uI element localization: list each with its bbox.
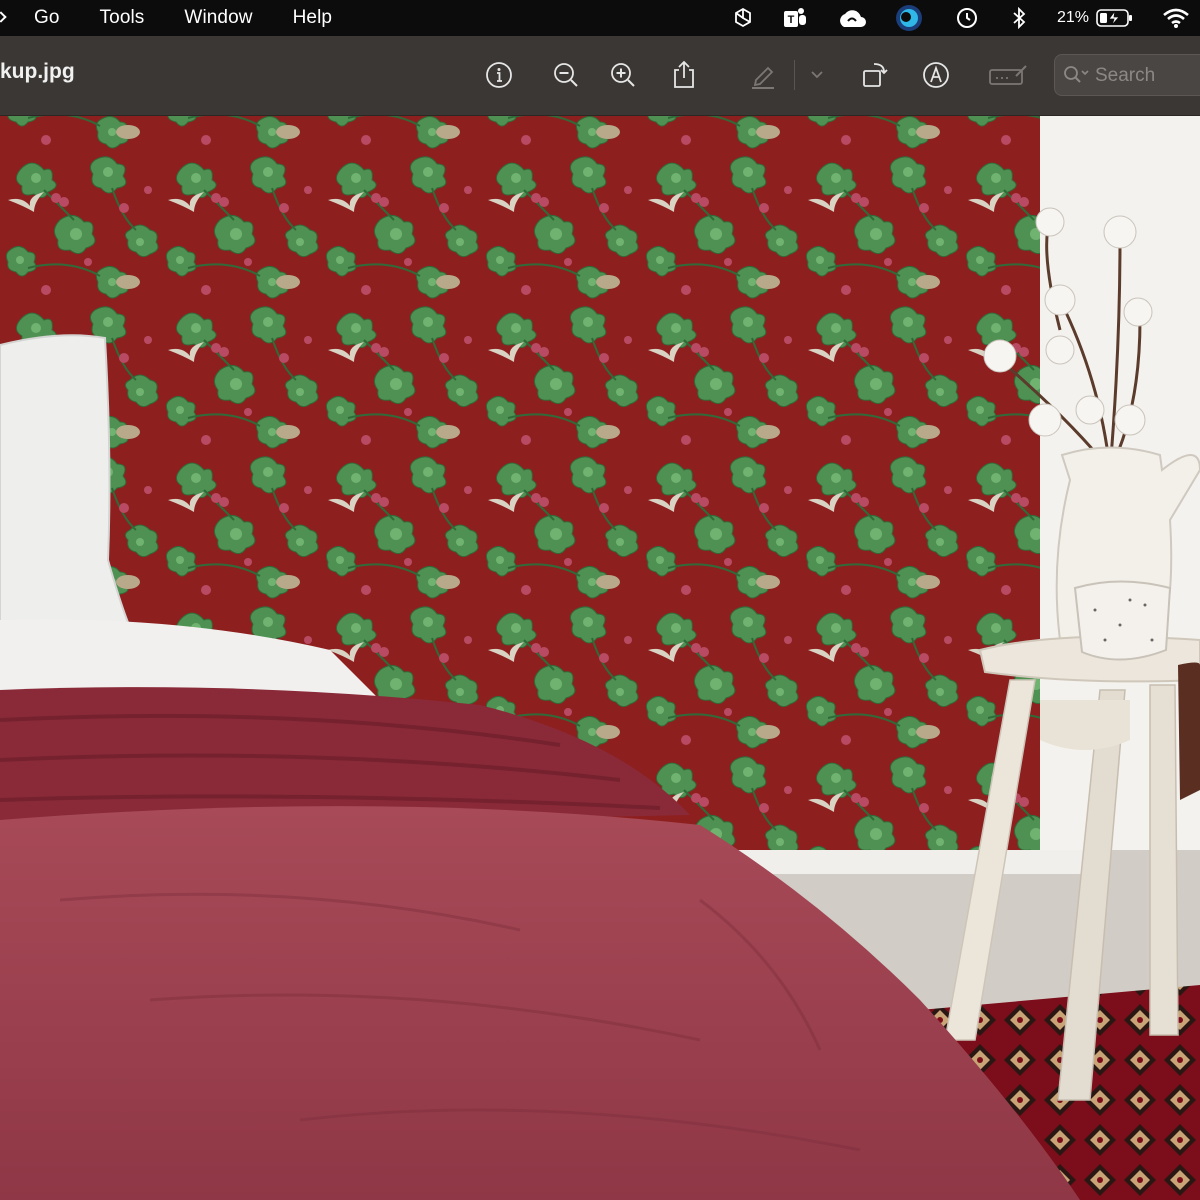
rotate-icon[interactable] bbox=[858, 58, 892, 92]
document-title: kup.jpg bbox=[0, 60, 75, 83]
menu-bar: Go Tools Window Help T 21% bbox=[0, 0, 1200, 36]
wifi-icon[interactable] bbox=[1160, 0, 1192, 36]
teams-icon[interactable]: T bbox=[780, 0, 810, 36]
zoom-out-icon[interactable] bbox=[549, 58, 583, 92]
share-icon[interactable] bbox=[667, 58, 701, 92]
highlight-pen-icon[interactable] bbox=[746, 58, 780, 92]
menu-overflow-chevron-icon[interactable] bbox=[0, 0, 14, 36]
form-fill-icon[interactable] bbox=[987, 58, 1029, 92]
time-machine-icon[interactable] bbox=[953, 0, 981, 36]
app-icon[interactable] bbox=[893, 0, 925, 36]
menu-window[interactable]: Window bbox=[164, 0, 272, 36]
creative-cloud-icon[interactable] bbox=[834, 0, 870, 36]
battery-icon[interactable] bbox=[1095, 0, 1135, 36]
svg-text:T: T bbox=[788, 14, 795, 26]
menu-tools[interactable]: Tools bbox=[80, 0, 165, 36]
markup-icon[interactable] bbox=[919, 58, 953, 92]
menu-go[interactable]: Go bbox=[14, 0, 80, 36]
search-field[interactable]: Search bbox=[1054, 54, 1200, 96]
info-icon[interactable] bbox=[482, 58, 516, 92]
chatgpt-icon[interactable] bbox=[728, 0, 758, 36]
preview-toolbar: kup.jpg Search bbox=[0, 36, 1200, 116]
toolbar-separator bbox=[794, 60, 795, 90]
bluetooth-icon[interactable] bbox=[1008, 0, 1030, 36]
zoom-in-icon[interactable] bbox=[606, 58, 640, 92]
search-icon bbox=[1064, 66, 1089, 83]
search-placeholder: Search bbox=[1095, 65, 1156, 86]
bedroom-photo bbox=[0, 115, 1200, 1200]
document-image[interactable] bbox=[0, 115, 1200, 1200]
battery-percent: 21% bbox=[1056, 9, 1090, 26]
menu-help[interactable]: Help bbox=[273, 0, 352, 36]
chevron-down-icon[interactable] bbox=[800, 58, 834, 92]
